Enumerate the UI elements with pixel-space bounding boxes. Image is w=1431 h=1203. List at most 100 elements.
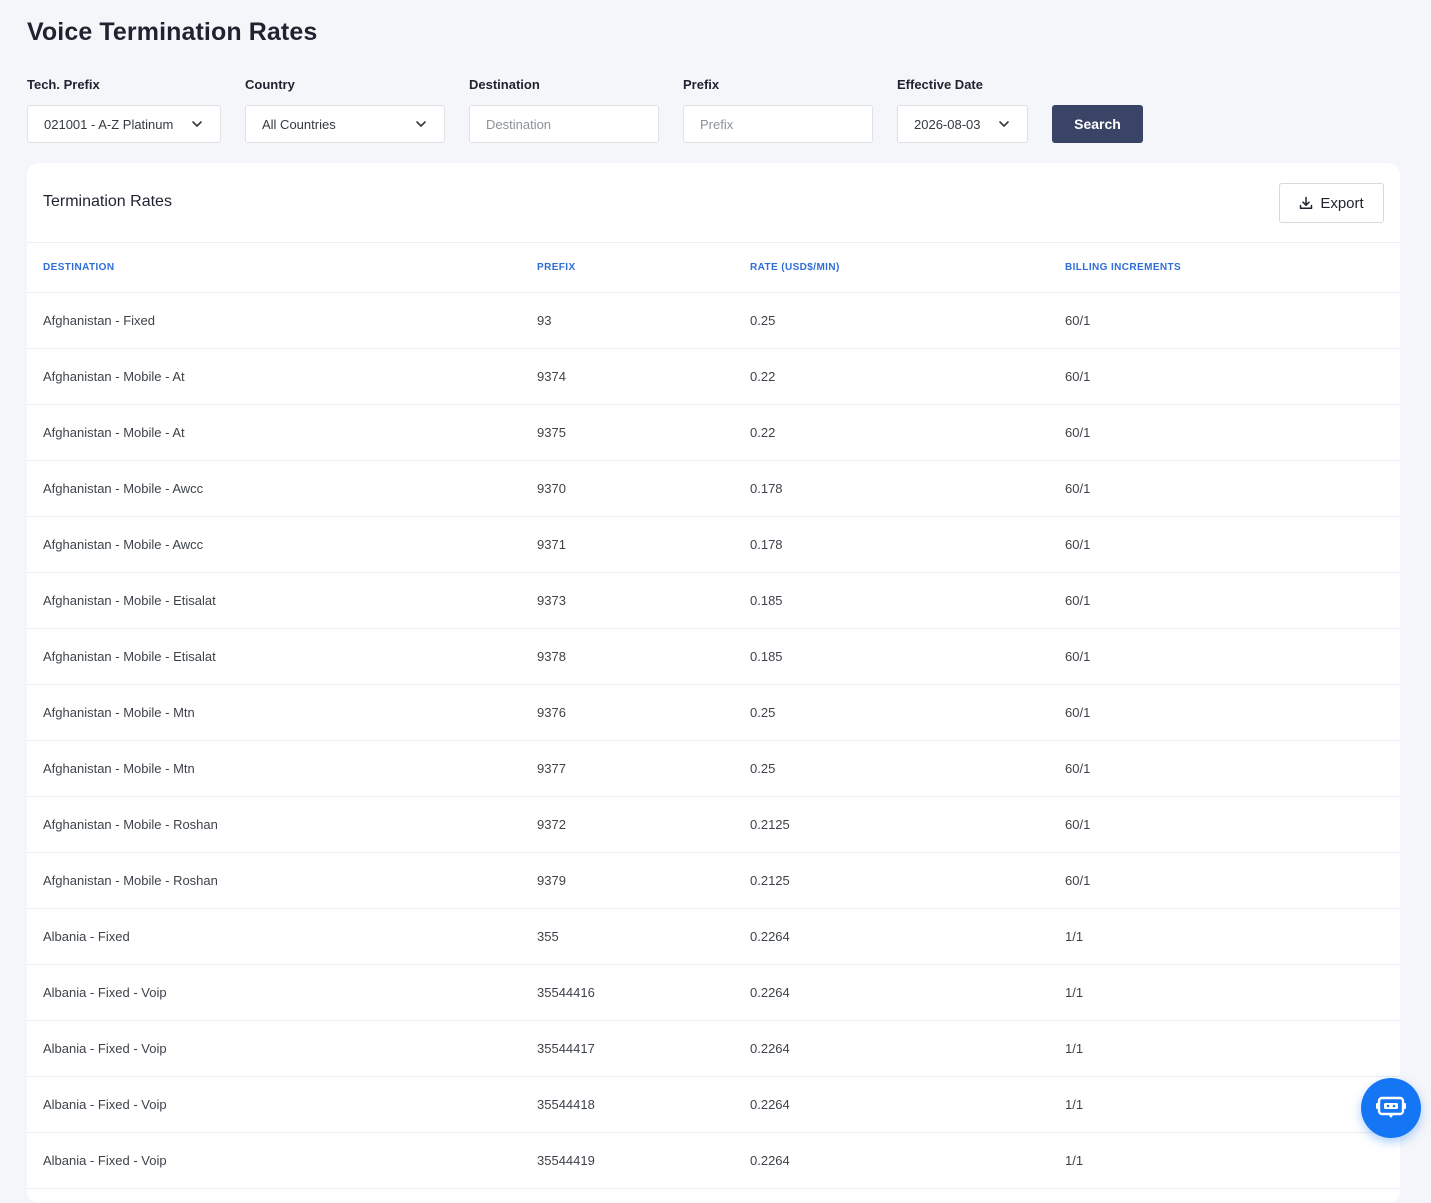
country-label: Country: [245, 77, 295, 92]
destination-cell: Albania - Fixed - Voip: [43, 1097, 167, 1112]
billing-increments-cell: 1/1: [1065, 1153, 1084, 1168]
country-select[interactable]: All Countries: [245, 105, 445, 143]
prefix-cell: 9371: [537, 537, 566, 552]
billing-increments-cell: 60/1: [1065, 537, 1091, 552]
destination-cell: Afghanistan - Mobile - Mtn: [43, 705, 195, 720]
destination-cell: Afghanistan - Mobile - Mtn: [43, 761, 195, 776]
chevron-down-icon: [192, 121, 202, 127]
table-row: Afghanistan - Fixed 93 0.25 60/1: [27, 293, 1400, 349]
table-row: Afghanistan - Mobile - Mtn 9376 0.25 60/1: [27, 685, 1400, 741]
prefix-cell: 35544418: [537, 1097, 595, 1112]
rate-cell: 0.185: [750, 593, 783, 608]
prefix-cell: 9378: [537, 649, 566, 664]
destination-cell: Albania - Fixed: [43, 929, 130, 944]
chatbot-button[interactable]: [1361, 1078, 1421, 1138]
destination-cell: Afghanistan - Mobile - Etisalat: [43, 593, 216, 608]
destination-cell: Afghanistan - Mobile - Awcc: [43, 481, 204, 496]
table-row: Afghanistan - Mobile - Etisalat 9373 0.185…: [27, 573, 1400, 629]
table-row: Afghanistan - Mobile - Mtn 9377 0.25 60/1: [27, 741, 1400, 797]
destination-input[interactable]: Destination: [469, 105, 659, 143]
chevron-down-icon: [999, 121, 1009, 127]
table-header: Destination Prefix Rate (USD$/MIN) Billi…: [27, 243, 1400, 293]
destination-cell: Afghanistan - Mobile - At: [43, 425, 185, 440]
chevron-down-icon: [416, 121, 426, 127]
table-row: Albania - Fixed 355 0.2264 1/1: [27, 909, 1400, 965]
destination-cell: Afghanistan - Fixed: [43, 313, 156, 328]
prefix-cell: 9377: [537, 761, 566, 776]
prefix-cell: 93: [537, 313, 552, 328]
billing-increments-cell: 60/1: [1065, 425, 1091, 440]
prefix-cell: 9375: [537, 425, 566, 440]
destination-placeholder: Destination: [486, 116, 552, 132]
column-header-destination[interactable]: Destination: [43, 262, 114, 273]
prefix-cell: 9374: [537, 369, 566, 384]
rate-cell: 0.22: [750, 369, 776, 384]
card-title: Termination Rates: [43, 193, 172, 210]
table-row: Albania - Fixed - Voip 35544417 0.2264 1/1: [27, 1021, 1400, 1077]
rate-cell: 0.25: [750, 761, 776, 776]
prefix-cell: 9372: [537, 817, 566, 832]
table-row: Afghanistan - Mobile - Etisalat 9378 0.185…: [27, 629, 1400, 685]
search-button[interactable]: Search: [1052, 105, 1143, 143]
rate-cell: 0.178: [750, 537, 783, 552]
tech-prefix-label: Tech. Prefix: [27, 77, 100, 92]
destination-cell: Afghanistan - Mobile - Etisalat: [43, 649, 216, 664]
table-body: Afghanistan - Fixed 93 0.25 60/1 Afghanistan…: [27, 293, 1400, 1189]
table-row: Afghanistan - Mobile - Awcc 9370 0.178 60/1: [27, 461, 1400, 517]
table-row: Afghanistan - Mobile - At 9375 0.22 60/1: [27, 405, 1400, 461]
rate-cell: 0.2264: [750, 929, 790, 944]
table-row: Afghanistan - Mobile - Roshan 9372 0.2125 6…: [27, 797, 1400, 853]
billing-increments-cell: 1/1: [1065, 985, 1084, 1000]
prefix-cell: 35544416: [537, 985, 595, 1000]
effective-date-label: Effective Date: [897, 77, 983, 92]
card-header: Termination Rates Export: [27, 163, 1400, 243]
billing-increments-cell: 60/1: [1065, 481, 1091, 496]
table-row: Albania - Fixed - Voip 35544419 0.2264 1/1: [27, 1133, 1400, 1189]
column-header-billing-increments[interactable]: Billing Increments: [1065, 262, 1181, 273]
termination-rates-card: Termination Rates Export Destination Pre…: [27, 163, 1400, 1203]
effective-date-value: 2026-08-03: [914, 116, 981, 132]
page-title: Voice Termination Rates: [27, 18, 318, 46]
tech-prefix-select[interactable]: 021001 - A-Z Platinum: [27, 105, 221, 143]
prefix-cell: 9373: [537, 593, 566, 608]
destination-cell: Afghanistan - Mobile - Awcc: [43, 537, 204, 552]
effective-date-select[interactable]: 2026-08-03: [897, 105, 1028, 143]
effective-date-filter: Effective Date 2026-08-03: [897, 77, 1028, 143]
column-header-rate[interactable]: Rate (USD$/MIN): [750, 262, 840, 273]
tech-prefix-value: 021001 - A-Z Platinum: [44, 116, 174, 132]
billing-increments-cell: 60/1: [1065, 873, 1091, 888]
destination-cell: Afghanistan - Mobile - Roshan: [43, 873, 218, 888]
billing-increments-cell: 1/1: [1065, 929, 1084, 944]
column-header-prefix[interactable]: Prefix: [537, 262, 576, 273]
prefix-cell: 35544419: [537, 1153, 595, 1168]
country-value: All Countries: [262, 116, 336, 132]
rate-cell: 0.2264: [750, 1097, 790, 1112]
billing-increments-cell: 1/1: [1065, 1041, 1084, 1056]
rate-cell: 0.178: [750, 481, 783, 496]
export-button[interactable]: Export: [1279, 183, 1384, 223]
rate-cell: 0.2264: [750, 985, 790, 1000]
prefix-placeholder: Prefix: [700, 116, 734, 132]
billing-increments-cell: 60/1: [1065, 313, 1091, 328]
table-row: Albania - Fixed - Voip 35544418 0.2264 1/1: [27, 1077, 1400, 1133]
country-filter: Country All Countries: [245, 77, 445, 143]
destination-cell: Albania - Fixed - Voip: [43, 1153, 167, 1168]
destination-cell: Albania - Fixed - Voip: [43, 985, 167, 1000]
rate-cell: 0.25: [750, 313, 776, 328]
table-row: Afghanistan - Mobile - At 9374 0.22 60/1: [27, 349, 1400, 405]
download-icon: [1300, 196, 1313, 210]
destination-filter: Destination Destination: [469, 77, 659, 143]
table-row: Albania - Fixed - Voip 35544416 0.2264 1/1: [27, 965, 1400, 1021]
billing-increments-cell: 60/1: [1065, 369, 1091, 384]
rate-cell: 0.185: [750, 649, 783, 664]
rate-cell: 0.2125: [750, 817, 790, 832]
billing-increments-cell: 60/1: [1065, 761, 1091, 776]
prefix-cell: 9370: [537, 481, 566, 496]
destination-cell: Afghanistan - Mobile - Roshan: [43, 817, 218, 832]
rate-cell: 0.2264: [750, 1041, 790, 1056]
prefix-input[interactable]: Prefix: [683, 105, 873, 143]
prefix-cell: 35544417: [537, 1041, 595, 1056]
rate-cell: 0.2125: [750, 873, 790, 888]
billing-increments-cell: 60/1: [1065, 817, 1091, 832]
billing-increments-cell: 60/1: [1065, 705, 1091, 720]
